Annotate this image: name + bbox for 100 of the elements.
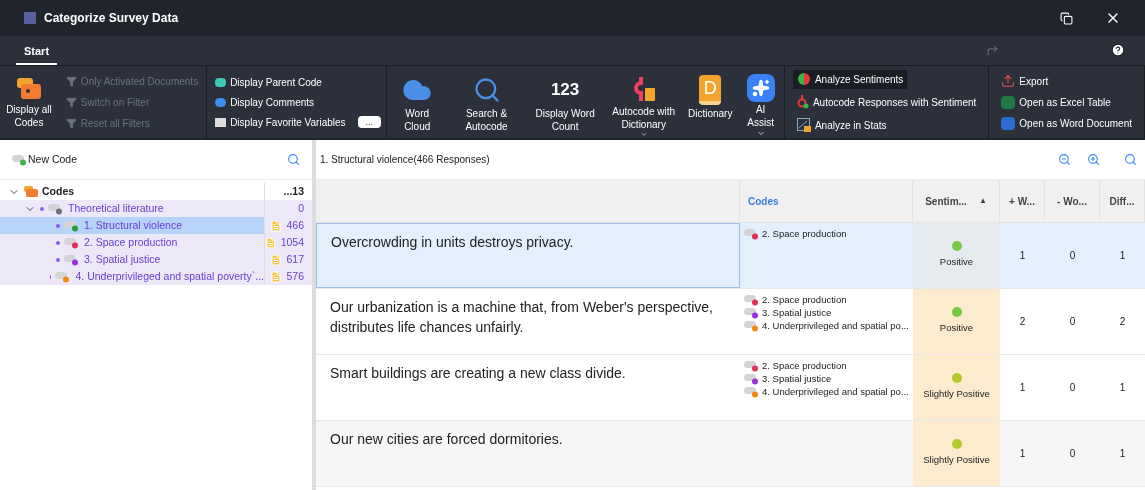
zoom-out-icon[interactable] — [1058, 153, 1071, 166]
sentiment-tool-button[interactable]: Autocode Responses with Sentiment — [792, 92, 981, 112]
display-option-button[interactable]: Display Favorite Variables — [215, 114, 346, 130]
response-text: Our urbanization is a machine that, from Weber's perspective, distributes life chances unfairly. — [329, 298, 714, 337]
response-row[interactable]: Smart buildings are creating a new class divide. 2. Space production 3. Spatial justice 4. Underprivileged and spatial po... Slightly Positive 1 0 1 — [316, 355, 1145, 421]
code-icon — [744, 293, 760, 306]
table-cell-text: 1 — [1119, 381, 1126, 395]
response-text: Our new cities are forced dormitories. — [329, 430, 564, 449]
column-header[interactable]: Diff... — [1100, 180, 1145, 222]
sentiment-label: Slightly Positive — [923, 453, 990, 468]
ribbon-tool-button[interactable]: Search & Autocode — [447, 66, 526, 138]
response-row[interactable]: Our new cities are forced dormitories. Slightly Positive 1 0 1 — [316, 421, 1145, 487]
code-count: 466 — [286, 217, 304, 233]
zoom-in-icon[interactable] — [1087, 153, 1100, 166]
sentiment-icon — [796, 73, 811, 85]
ribbon-tool-button[interactable]: Autocode with Dictionary — [604, 66, 683, 138]
code-icon — [48, 202, 64, 215]
ribbon-tool-button[interactable]: AI Assist — [737, 66, 784, 138]
code-icon — [64, 236, 80, 249]
column-header[interactable]: + W... — [1000, 180, 1045, 222]
code-count: 617 — [286, 251, 304, 267]
code-label: 2. Space production — [762, 293, 847, 306]
table-cell-text: 0 — [1069, 381, 1076, 395]
table-cell-text: 1 — [1119, 447, 1126, 461]
code-label[interactable]: Theoretical literature — [68, 200, 164, 217]
code-count: 0 — [298, 200, 304, 216]
search-icon[interactable] — [1124, 153, 1137, 166]
bullet-icon — [56, 257, 60, 262]
bullet-icon — [40, 206, 44, 211]
code-icon — [744, 319, 760, 332]
sentiment-label: Slightly Positive — [923, 387, 990, 402]
display-option-button[interactable]: Display Comments — [215, 94, 315, 110]
ribbon-tool-button[interactable]: Word Cloud — [387, 66, 448, 138]
response-text: Overcrowding in units destroys privacy. — [316, 223, 740, 288]
table-cell-text: 0 — [1069, 249, 1076, 263]
display-option-button[interactable]: Display Parent Code — [215, 74, 322, 90]
sentiment-label: Positive — [939, 255, 974, 270]
response-text: Smart buildings are creating a new class divide. — [329, 364, 627, 383]
column-header[interactable]: Sentim... ▲ — [913, 180, 1000, 222]
code-label[interactable]: 3. Spatial justice — [84, 251, 161, 268]
export-button[interactable]: Export — [1001, 73, 1132, 89]
code-label[interactable]: 4. Underprivileged and spatial poverty`... — [75, 268, 264, 285]
column-header[interactable]: Codes — [740, 180, 913, 222]
export-icon — [1001, 74, 1016, 88]
display-all-codes-button[interactable]: Display all Codes — [0, 66, 58, 138]
table-cell-text: 1 — [1019, 447, 1026, 461]
code-label: 3. Spatial justice — [762, 372, 832, 385]
response-row[interactable]: Our urbanization is a machine that, from Weber's perspective, distributes life chances unfairly. 2. Space production 3. Spatial justice 4. Underprivileged and spatial po... Positive 2 0 2 — [316, 289, 1145, 355]
code-count: ...13 — [283, 183, 304, 199]
filter-icon — [65, 96, 77, 108]
bullet-icon — [56, 223, 60, 228]
code-icon — [55, 270, 72, 283]
number-icon: 123 — [550, 75, 580, 105]
restore-icon[interactable] — [1060, 11, 1073, 25]
table-cell-text: 1 — [1119, 249, 1126, 263]
code-label[interactable]: 2. Space production — [84, 234, 178, 251]
code-label: 2. Space production — [762, 227, 847, 240]
code-label: 4. Underprivileged and spatial po... — [762, 319, 909, 332]
sentiment-tool-button[interactable]: Analyze in Stats — [792, 115, 891, 135]
sentiment-label: Positive — [939, 321, 974, 336]
code-icon — [64, 219, 80, 232]
column-header[interactable]: - Wo... — [1045, 180, 1100, 222]
search-icon — [472, 76, 501, 104]
export-button[interactable]: Open as Excel Table — [1001, 94, 1132, 110]
document-icon — [1001, 116, 1016, 130]
code-icon — [744, 385, 760, 398]
spreadsheet-icon — [1001, 95, 1016, 109]
code-icon — [744, 359, 760, 372]
table-cell-text: 2 — [1119, 315, 1126, 329]
sparkle-icon — [746, 74, 775, 103]
app-icon — [24, 12, 36, 24]
new-code-icon — [12, 153, 28, 166]
more-button[interactable]: ... — [357, 116, 382, 128]
table-cell-text: 1 — [1019, 249, 1026, 263]
folder-code-icon — [24, 185, 38, 198]
ribbon-tool-button[interactable]: D Dictionary — [682, 66, 738, 138]
sentiment-tool-button[interactable]: Analyze Sentiments — [792, 69, 908, 89]
code-count: 1054 — [280, 234, 304, 250]
response-heading: 1. Structural violence(466 Responses) — [320, 153, 490, 167]
code-label: 4. Underprivileged and spatial po... — [762, 385, 909, 398]
table-cell-text: 0 — [1069, 315, 1076, 329]
bullet-icon — [56, 240, 60, 245]
filter-icon — [65, 75, 77, 87]
new-code-button[interactable]: New Code — [12, 151, 78, 168]
code-label: 2. Space production — [762, 359, 847, 372]
export-button[interactable]: Open as Word Document — [1001, 115, 1132, 131]
code-label: 3. Spatial justice — [762, 306, 832, 319]
table-cell-text: 2 — [1019, 315, 1026, 329]
redo-icon[interactable] — [986, 44, 999, 57]
ribbon-tool-button[interactable]: 123 Display Word Count — [525, 66, 605, 138]
search-icon[interactable] — [287, 153, 300, 166]
code-icon — [744, 372, 760, 385]
bullet-icon — [49, 274, 52, 279]
help-icon[interactable] — [1111, 43, 1125, 57]
code-label[interactable]: Codes — [42, 183, 75, 200]
folder-code-icon — [16, 78, 41, 100]
filter-icon — [65, 117, 77, 129]
table-cell-text: 0 — [1069, 447, 1076, 461]
response-row[interactable]: Overcrowding in units destroys privacy. 2. Space production Positive 1 0 1 — [316, 223, 1145, 289]
table-cell-text: 1 — [1019, 381, 1026, 395]
